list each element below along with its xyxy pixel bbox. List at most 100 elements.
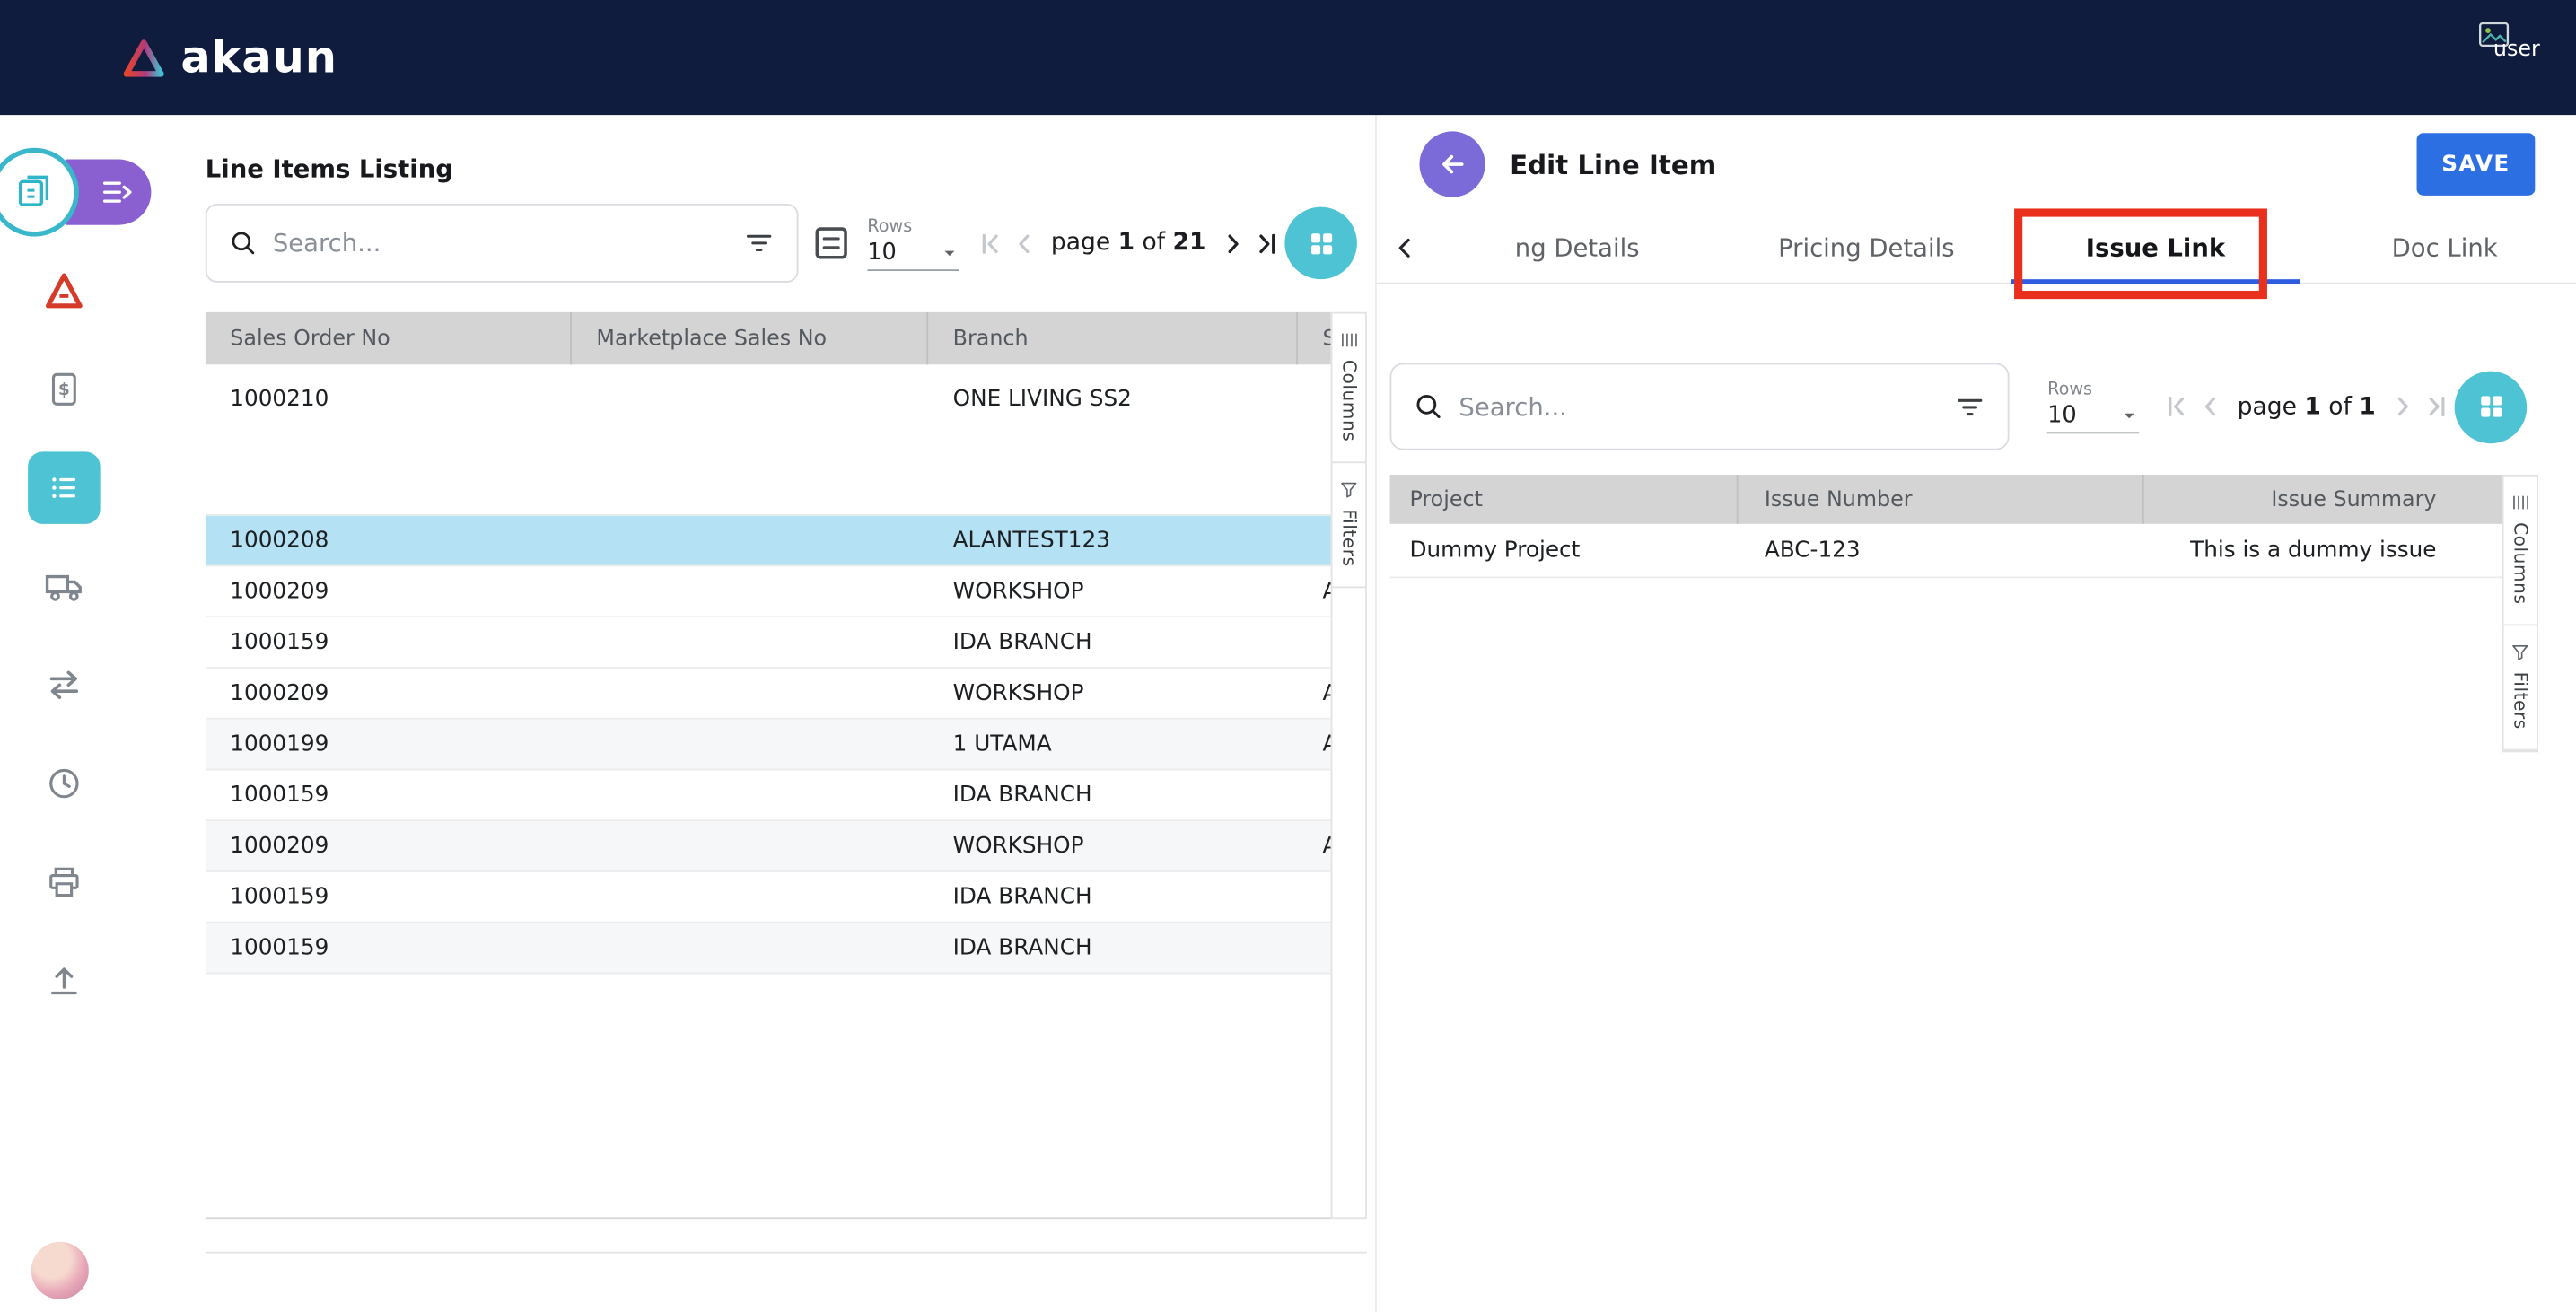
logo-text: akaun [180,35,337,79]
row-density-button[interactable] [810,222,853,265]
grid-view-button[interactable] [2455,371,2528,443]
columns-strip-button[interactable]: Columns [1332,314,1365,462]
next-page-button[interactable] [1215,225,1249,261]
akaun-logo[interactable]: akaun [121,35,337,79]
history-clock-icon [44,764,83,803]
line-item-row[interactable]: 1000210 ONE LIVING SS2 [206,364,1331,515]
rows-per-page-dropdown[interactable]: 10 [867,239,959,270]
profile-avatar[interactable] [31,1242,89,1299]
column-header-issue-summary: Issue Summary [2144,475,2502,524]
last-page-button[interactable] [2420,389,2454,424]
row-density-icon [810,222,853,265]
search-icon [228,228,258,258]
line-item-row[interactable]: 1000159 IDA BRANCH [206,770,1331,821]
sidebar-item-upload[interactable] [28,944,101,1017]
line-item-row[interactable]: 1000199 1 UTAMA AH [206,720,1331,771]
cell-branch: ONE LIVING SS2 [928,386,1298,412]
cell-branch: 1 UTAMA [928,731,1298,757]
printer-icon [44,862,83,902]
invoice-icon: $ [44,370,83,409]
line-item-row[interactable]: 1000209 WORKSHOP AH [206,566,1331,617]
search-box [1390,363,2010,450]
line-item-row[interactable]: 1000159 IDA BRANCH [206,617,1331,669]
last-page-button[interactable] [1250,225,1284,261]
prev-page-button[interactable] [1006,225,1040,261]
tab[interactable]: Doc Link [2300,214,2576,283]
cell-sales-order-no: 1000209 [206,833,572,859]
rows-label: Rows [2047,380,2139,399]
filter-icon[interactable] [1954,390,1987,424]
line-items-table: Sales Order No Marketplace Sales No Bran… [206,312,1367,1219]
pagination: page 1 of 1 [2159,389,2455,424]
tab[interactable]: Pricing Details [1722,214,2011,283]
columns-strip-button[interactable]: Columns [2504,477,2537,625]
sidebar-item-history[interactable] [28,748,101,820]
back-button[interactable] [1419,131,1485,197]
columns-icon [1339,330,1359,350]
cell-sa: AH [1298,578,1331,604]
save-button[interactable]: SAVE [2417,133,2536,196]
cell-sales-order-no: 1000210 [206,386,572,412]
next-page-button[interactable] [2386,389,2420,424]
cell-branch: ALANTEST123 [928,528,1298,554]
filters-strip-button[interactable]: Filters [2504,624,2537,750]
cell-branch: IDA BRANCH [928,782,1298,808]
cell-branch: IDA BRANCH [928,629,1298,655]
sidebar-item-print[interactable] [28,846,101,919]
issue-row[interactable]: Dummy Project ABC-123 This is a dummy is… [1390,524,2502,578]
sidebar-item-invoice[interactable]: $ [28,354,101,426]
top-navbar: akaun user [0,0,2576,115]
table-header: Project Issue Number Issue Summary [1390,475,2502,524]
page-indicator: page 1 of 1 [2238,393,2376,419]
tabs: ng Details Pricing Details Issue Link [1433,214,2576,283]
table-body: Dummy Project ABC-123 This is a dummy is… [1390,524,2502,578]
filter-icon[interactable] [742,227,775,260]
tab[interactable]: Issue Link [2011,214,2300,283]
user-avatar-broken[interactable]: user [2477,22,2540,63]
line-items-listing-panel: Line Items Listing Rows [206,115,1367,1312]
akaun-pos-icon [43,269,86,312]
search-input[interactable] [273,228,728,258]
line-item-row[interactable]: 1000208 ALANTEST123 [206,516,1331,567]
panel-title: Edit Line Item [1510,149,1716,180]
filters-strip-button[interactable]: Filters [1332,461,1365,588]
cell-sales-order-no: 1000159 [206,884,572,910]
akaun-logo-icon [121,37,165,78]
cell-issue-summary: This is a dummy issue [2144,538,2502,564]
line-item-row[interactable]: 1000159 IDA BRANCH [206,923,1331,975]
tab[interactable]: ng Details [1433,214,1722,283]
cell-branch: WORKSHOP [928,578,1298,604]
sidebar-nav: $ [0,255,128,1017]
table-side-strip: Columns Filters [2502,475,2538,752]
cell-sales-order-no: 1000209 [206,578,572,604]
page-indicator: page 1 of 21 [1051,230,1206,256]
cell-sa: AH [1298,680,1331,706]
issue-link-table: Project Issue Number Issue Summary Dummy… [1377,475,2576,752]
back-arrow-icon [1436,148,1469,181]
cell-project: Dummy Project [1390,538,1739,564]
search-input[interactable] [1459,392,1939,422]
prev-page-button[interactable] [2193,389,2227,424]
first-page-button[interactable] [972,225,1006,261]
column-header-branch: Branch [928,312,1298,365]
search-box [206,204,799,283]
sidebar-item-line-items[interactable] [28,451,101,524]
grid-view-button[interactable] [1284,207,1357,280]
edit-line-item-panel: Edit Line Item SAVE ng Details Pricing D… [1375,115,2576,1312]
app-window: akaun user [0,0,2576,1312]
tabs-scroll-left-button[interactable] [1377,214,1433,283]
svg-text:$: $ [58,380,70,399]
cell-sales-order-no: 1000209 [206,680,572,706]
sidebar-item-akaun-pos[interactable] [28,255,101,328]
sidebar: $ [0,115,128,1312]
rows-per-page-dropdown[interactable]: 10 [2047,402,2139,433]
sidebar-item-delivery[interactable] [28,550,101,623]
cell-sales-order-no: 1000159 [206,629,572,655]
line-items-icon [44,468,83,508]
line-item-row[interactable]: 1000159 IDA BRANCH [206,872,1331,923]
column-header-issue-number: Issue Number [1739,475,2144,524]
line-item-row[interactable]: 1000209 WORKSHOP AH [206,669,1331,720]
sidebar-item-transfer[interactable] [28,649,101,722]
line-item-row[interactable]: 1000209 WORKSHOP AH [206,821,1331,872]
first-page-button[interactable] [2159,389,2193,424]
